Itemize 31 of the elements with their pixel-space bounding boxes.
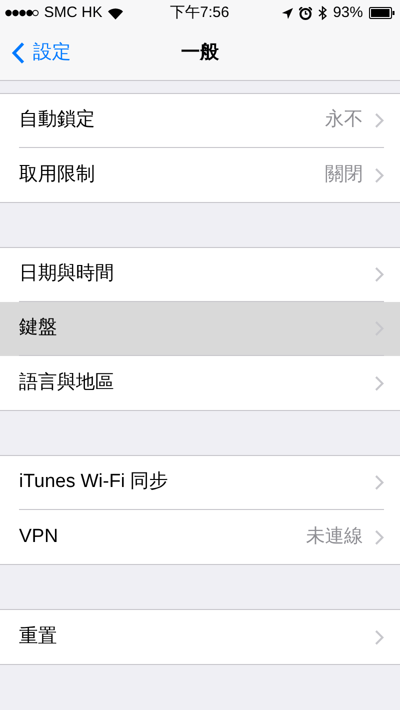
row-value: 永不: [325, 108, 363, 132]
bluetooth-icon: [318, 6, 327, 20]
battery-percentage: 93%: [332, 2, 363, 23]
wifi-icon: [107, 6, 124, 20]
location-arrow-icon: [282, 8, 293, 18]
chevron-right-icon: [375, 475, 384, 490]
chevron-right-icon: [375, 267, 384, 282]
chevron-right-icon: [375, 113, 384, 128]
row-label: VPN: [19, 524, 60, 549]
row-value: 關閉: [325, 162, 363, 187]
chevron-left-icon: [12, 42, 25, 64]
row-label: 自動鎖定: [19, 108, 96, 132]
carrier-name: SMC HK: [44, 2, 102, 23]
row-label: 重置: [19, 624, 58, 649]
back-button[interactable]: 設定: [0, 38, 71, 68]
settings-row[interactable]: 鍵盤: [0, 302, 400, 356]
alarm-clock-icon: [298, 6, 312, 20]
chevron-right-icon: [375, 168, 384, 182]
chevron-right-icon: [375, 630, 384, 644]
chevron-right-icon: [375, 376, 384, 390]
status-time: 下午7:56: [170, 2, 230, 23]
row-label: 語言與地區: [19, 370, 115, 395]
row-value: 未連線: [306, 524, 363, 549]
row-label: iTunes Wi-Fi 同步: [19, 470, 170, 494]
signal-icon: [5, 9, 39, 17]
row-label: 鍵盤: [19, 316, 58, 340]
row-label: 取用限制: [19, 162, 96, 187]
battery-icon: [369, 7, 395, 19]
screen-title: 一般: [181, 40, 219, 65]
chevron-right-icon: [375, 530, 384, 544]
row-label: 日期與時間: [19, 262, 115, 286]
